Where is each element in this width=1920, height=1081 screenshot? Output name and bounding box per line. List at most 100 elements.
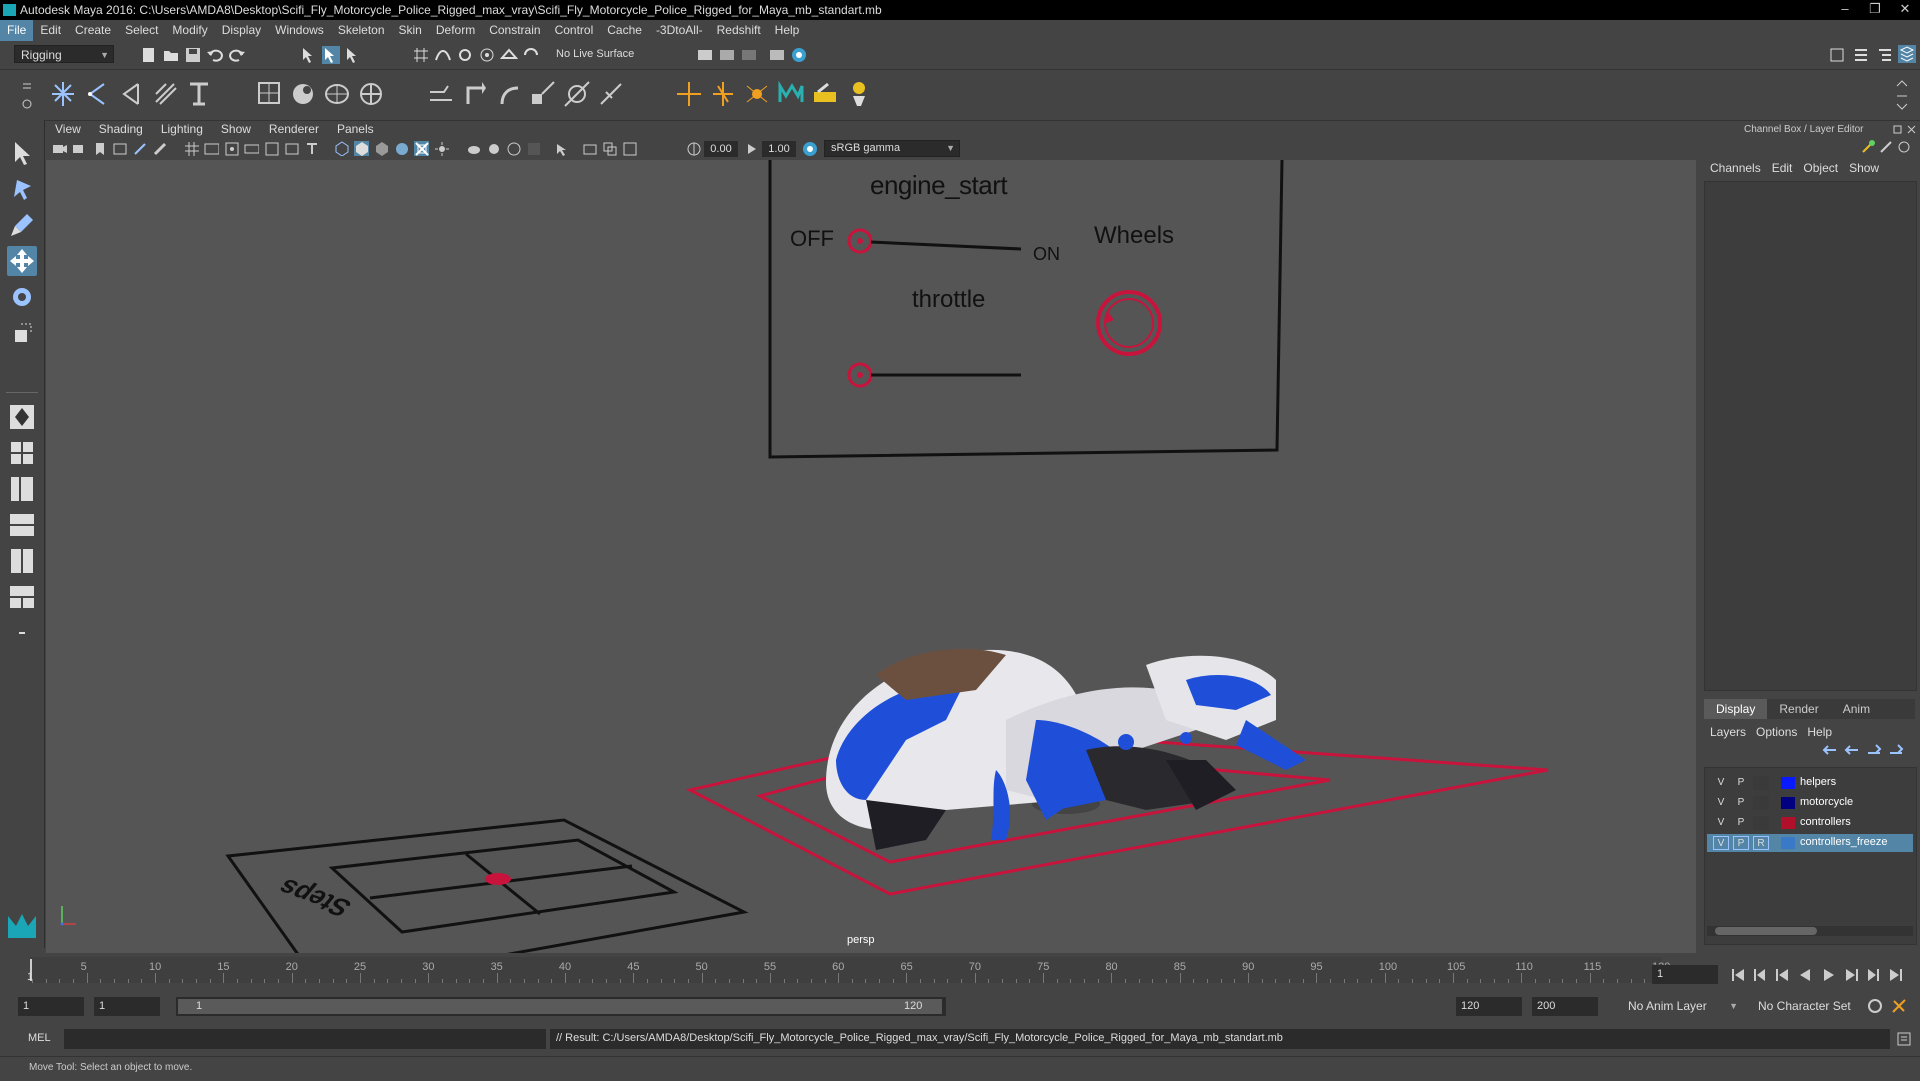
menu-select[interactable]: Select <box>118 20 165 41</box>
panel-menu-view[interactable]: View <box>46 121 90 138</box>
tab-display[interactable]: Display <box>1704 699 1768 719</box>
select-tool-icon[interactable] <box>7 138 37 168</box>
layer-name[interactable]: controllers <box>1800 816 1851 828</box>
ik-handle-icon[interactable] <box>82 78 112 110</box>
layer-visibility-toggle[interactable]: V <box>1713 776 1729 790</box>
four-view-layout-icon[interactable] <box>7 438 37 468</box>
grid-icon[interactable] <box>184 141 199 156</box>
float-panel-icon[interactable] <box>1892 124 1903 135</box>
select-hierarchy-icon[interactable] <box>300 46 318 64</box>
maya-home-icon[interactable] <box>6 910 38 942</box>
resolution-gate-icon[interactable] <box>224 141 239 156</box>
exposure-icon[interactable] <box>686 141 701 156</box>
bookmark-icon[interactable] <box>92 141 107 156</box>
layer-playback-toggle[interactable]: P <box>1733 796 1749 810</box>
hypershade-layout-icon[interactable] <box>7 546 37 576</box>
2d-pan-zoom-icon[interactable] <box>132 141 147 156</box>
scale-tool-icon[interactable] <box>7 318 37 348</box>
step-back-key-icon[interactable] <box>1754 969 1765 981</box>
layer-menu-options[interactable]: Options <box>1754 725 1805 739</box>
film-gate-icon[interactable] <box>204 141 219 156</box>
go-to-end-icon[interactable] <box>1890 969 1902 981</box>
panel-menu-show[interactable]: Show <box>212 121 260 138</box>
xray-joints-icon[interactable] <box>602 141 617 156</box>
mirror-joint-icon[interactable] <box>150 78 180 110</box>
smooth-bind-icon[interactable] <box>288 78 318 110</box>
panel-menu-shading[interactable]: Shading <box>90 121 152 138</box>
more-layouts-icon[interactable] <box>7 618 37 648</box>
use-all-lights-icon[interactable] <box>414 141 429 156</box>
time-slider[interactable]: 1 5 10 15 20 25 30 35 40 45 50 55 60 65 70 75 80 85 90 95 1… <box>0 953 1920 987</box>
layer-color-swatch[interactable] <box>1781 797 1795 809</box>
menu-deform[interactable]: Deform <box>429 20 482 41</box>
snap-curve-icon[interactable] <box>434 46 452 64</box>
textured-icon[interactable] <box>394 141 409 156</box>
anti-aliasing-icon[interactable] <box>506 141 521 156</box>
channel-list[interactable] <box>1704 181 1917 691</box>
camera-attributes-icon[interactable] <box>72 141 87 156</box>
menu-3dtoall[interactable]: -3DtoAll- <box>649 20 710 41</box>
layer-visibility-toggle[interactable]: V <box>1713 796 1729 810</box>
hypershade-icon[interactable] <box>768 46 786 64</box>
layer-menu-layers[interactable]: Layers <box>1708 725 1754 739</box>
create-joint-icon[interactable] <box>48 78 78 110</box>
xray-components-icon[interactable] <box>622 141 637 156</box>
layer-playback-toggle[interactable]: P <box>1733 776 1749 790</box>
shadows-icon[interactable] <box>434 141 449 156</box>
colorspace-dropdown[interactable]: sRGB gamma ▼ <box>824 140 960 157</box>
layer-row-motorcycle[interactable]: V P motorcycle <box>1707 794 1913 812</box>
menuset-dropdown[interactable]: Rigging ▼ <box>14 45 114 63</box>
undo-icon[interactable] <box>206 46 224 64</box>
render-view-icon[interactable] <box>790 46 808 64</box>
script-editor-icon[interactable] <box>1896 1031 1912 1047</box>
menu-redshift[interactable]: Redshift <box>710 20 768 41</box>
layer-playback-toggle[interactable]: P <box>1733 816 1749 830</box>
safe-action-icon[interactable] <box>284 141 299 156</box>
go-to-start-icon[interactable] <box>1732 969 1744 981</box>
menu-cache[interactable]: Cache <box>600 20 649 41</box>
layer-display-type-toggle[interactable] <box>1753 796 1769 810</box>
menu-file[interactable]: File <box>0 20 34 41</box>
menu-control[interactable]: Control <box>548 20 601 41</box>
aim-constraint-icon[interactable] <box>562 78 592 110</box>
tool-settings-icon[interactable] <box>1852 46 1870 64</box>
minimize-button[interactable]: – <box>1830 0 1860 20</box>
playback-start-field[interactable]: 1 <box>94 997 160 1016</box>
live-surface-label[interactable]: No Live Surface <box>556 48 634 60</box>
skin-tool-icon[interactable] <box>810 78 840 110</box>
cb-menu-edit[interactable]: Edit <box>1770 161 1802 175</box>
lasso-tool-icon[interactable] <box>7 174 37 204</box>
render-frame-icon[interactable] <box>696 46 714 64</box>
menu-modify[interactable]: Modify <box>165 20 214 41</box>
panel-menu-lighting[interactable]: Lighting <box>152 121 212 138</box>
snap-view-icon[interactable] <box>478 46 496 64</box>
pole-vector-icon[interactable] <box>596 78 626 110</box>
parent-constraint-icon[interactable] <box>426 78 456 110</box>
persp-outliner-layout-icon[interactable] <box>7 474 37 504</box>
character-icon[interactable] <box>844 78 874 110</box>
auto-key-icon[interactable] <box>1866 997 1884 1015</box>
tab-render[interactable]: Render <box>1767 699 1830 719</box>
layer-row-controllers-freeze[interactable]: V P R controllers_freeze <box>1707 834 1913 852</box>
wheels-control-ring[interactable] <box>1096 290 1162 356</box>
snap-surface-icon[interactable] <box>500 46 518 64</box>
depth-of-field-icon[interactable] <box>526 141 541 156</box>
animation-preferences-icon[interactable] <box>1890 997 1908 1015</box>
open-scene-icon[interactable] <box>162 46 180 64</box>
snap-grid-icon[interactable] <box>412 46 430 64</box>
screen-space-ao-icon[interactable] <box>466 141 481 156</box>
character-set-dropdown[interactable]: No Character Set <box>1752 997 1866 1016</box>
orient-constraint-icon[interactable] <box>494 78 524 110</box>
menu-edit[interactable]: Edit <box>33 20 68 41</box>
render-settings-icon[interactable] <box>740 46 758 64</box>
smooth-shade-icon[interactable] <box>354 141 369 156</box>
scale-constraint-icon[interactable] <box>528 78 558 110</box>
layer-color-swatch[interactable] <box>1781 817 1795 829</box>
layer-horizontal-scrollbar[interactable] <box>1707 926 1913 936</box>
cb-menu-object[interactable]: Object <box>1801 161 1847 175</box>
steps-control-dot[interactable] <box>485 873 511 885</box>
point-constraint-icon[interactable] <box>460 78 490 110</box>
uv-editor-layout-icon[interactable] <box>7 582 37 612</box>
shelf-options-icon[interactable] <box>20 78 34 112</box>
image-plane-icon[interactable] <box>112 141 127 156</box>
